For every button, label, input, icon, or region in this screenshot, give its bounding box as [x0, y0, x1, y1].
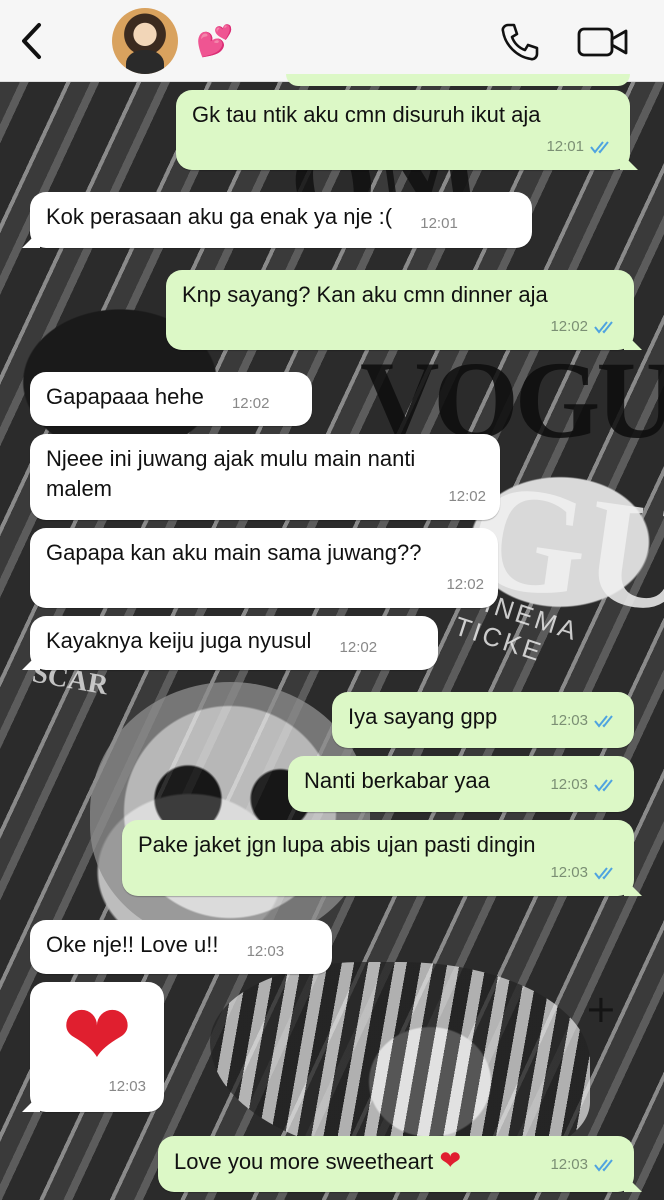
message-meta: 12:03	[550, 858, 620, 888]
wallpaper-skull-image	[90, 682, 370, 942]
message-time: 12:03	[550, 864, 588, 881]
message-text: Oke nje!! Love u!!	[46, 932, 219, 957]
message-time: 12:01	[546, 138, 584, 155]
video-camera-icon	[577, 27, 628, 57]
video-call-button[interactable]	[576, 22, 630, 62]
message-bubble-outgoing[interactable]: Love you more sweetheart ❤ 12:03	[158, 1136, 642, 1192]
message-time: 12:02	[448, 488, 486, 505]
message-bubble-partial	[286, 74, 630, 86]
message-text: Knp sayang? Kan aku cmn dinner aja	[182, 282, 548, 307]
message-time: 12:02	[446, 576, 484, 593]
message-bubble-outgoing[interactable]: Knp sayang? Kan aku cmn dinner aja 12:02	[166, 270, 642, 350]
message-bubble-incoming[interactable]: Njeee ini juwang ajak mulu main nanti ma…	[30, 434, 500, 520]
message-bubble-outgoing[interactable]: Pake jaket jgn lupa abis ujan pasti ding…	[122, 820, 642, 896]
message-meta: 12:03	[108, 1072, 146, 1102]
message-time: 12:03	[550, 1156, 588, 1173]
message-bubble-incoming[interactable]: Kok perasaan aku ga enak ya nje :( 12:01	[22, 192, 532, 248]
message-bubble-incoming[interactable]: Gapapaaa hehe 12:02	[30, 372, 312, 426]
message-text: Gapapa kan aku main sama juwang??	[46, 540, 422, 565]
read-receipt-icon	[594, 779, 613, 792]
heart-emoji-icon: ❤	[61, 986, 133, 1084]
message-meta: 12:03	[550, 706, 620, 736]
contact-name[interactable]: 💕	[196, 24, 233, 60]
message-time: 12:03	[246, 943, 285, 960]
read-receipt-icon	[594, 1159, 613, 1172]
message-meta: 12:02	[340, 633, 378, 663]
message-bubble-outgoing[interactable]: Gk tau ntik aku cmn disuruh ikut aja 12:…	[176, 90, 638, 170]
message-bubble-incoming[interactable]: Kayaknya keiju juga nyusul 12:02	[22, 616, 438, 670]
read-receipt-icon	[590, 141, 609, 154]
voice-call-button[interactable]	[498, 20, 542, 64]
message-meta: 12:03	[550, 770, 620, 800]
message-bubble-incoming[interactable]: Oke nje!! Love u!! 12:03	[30, 920, 332, 974]
message-bubble-incoming[interactable]: ❤ 12:03	[22, 982, 164, 1112]
message-time: 12:02	[231, 395, 270, 412]
message-text: Kayaknya keiju juga nyusul	[46, 628, 312, 653]
message-time: 12:03	[550, 712, 588, 729]
message-text: Njeee ini juwang ajak mulu main nanti ma…	[46, 446, 416, 501]
chevron-left-icon	[22, 23, 41, 59]
message-time: 12:02	[339, 639, 378, 656]
back-button[interactable]	[12, 16, 52, 66]
message-meta: 12:02	[446, 570, 484, 600]
heart-emoji-icon: ❤	[439, 1146, 462, 1176]
read-receipt-icon	[594, 715, 613, 728]
message-meta: 12:01	[546, 132, 616, 162]
message-bubble-outgoing[interactable]: Iya sayang gpp 12:03	[332, 692, 634, 748]
avatar[interactable]	[112, 8, 178, 74]
message-time: 12:03	[108, 1078, 146, 1095]
message-time: 12:03	[550, 776, 588, 793]
chat-header: 💕	[0, 0, 664, 82]
message-text: Gapapaaa hehe	[46, 384, 204, 409]
message-text: Gk tau ntik aku cmn disuruh ikut aja	[192, 102, 541, 127]
message-text: Kok perasaan aku ga enak ya nje :(	[46, 204, 393, 229]
message-text: Love you more sweetheart	[174, 1149, 434, 1174]
message-meta: 12:03	[550, 1150, 620, 1180]
message-meta: 12:02	[232, 389, 270, 419]
message-text: Iya sayang gpp	[348, 704, 498, 729]
message-meta: 12:03	[247, 937, 285, 967]
wallpaper-ribcage-image	[210, 962, 590, 1162]
wallpaper-text: +	[585, 987, 617, 1031]
message-meta: 12:02	[448, 482, 486, 512]
read-receipt-icon	[594, 867, 613, 880]
phone-icon	[501, 23, 539, 61]
message-bubble-incoming[interactable]: Gapapa kan aku main sama juwang?? 12:02	[30, 528, 498, 608]
message-meta: 12:01	[420, 209, 458, 239]
message-text: Nanti berkabar yaa	[304, 768, 490, 793]
message-time: 12:01	[420, 215, 458, 232]
message-text: Pake jaket jgn lupa abis ujan pasti ding…	[138, 832, 536, 857]
message-bubble-outgoing[interactable]: Nanti berkabar yaa 12:03	[288, 756, 634, 812]
message-meta: 12:02	[550, 312, 620, 342]
message-time: 12:02	[550, 318, 588, 335]
read-receipt-icon	[594, 321, 613, 334]
